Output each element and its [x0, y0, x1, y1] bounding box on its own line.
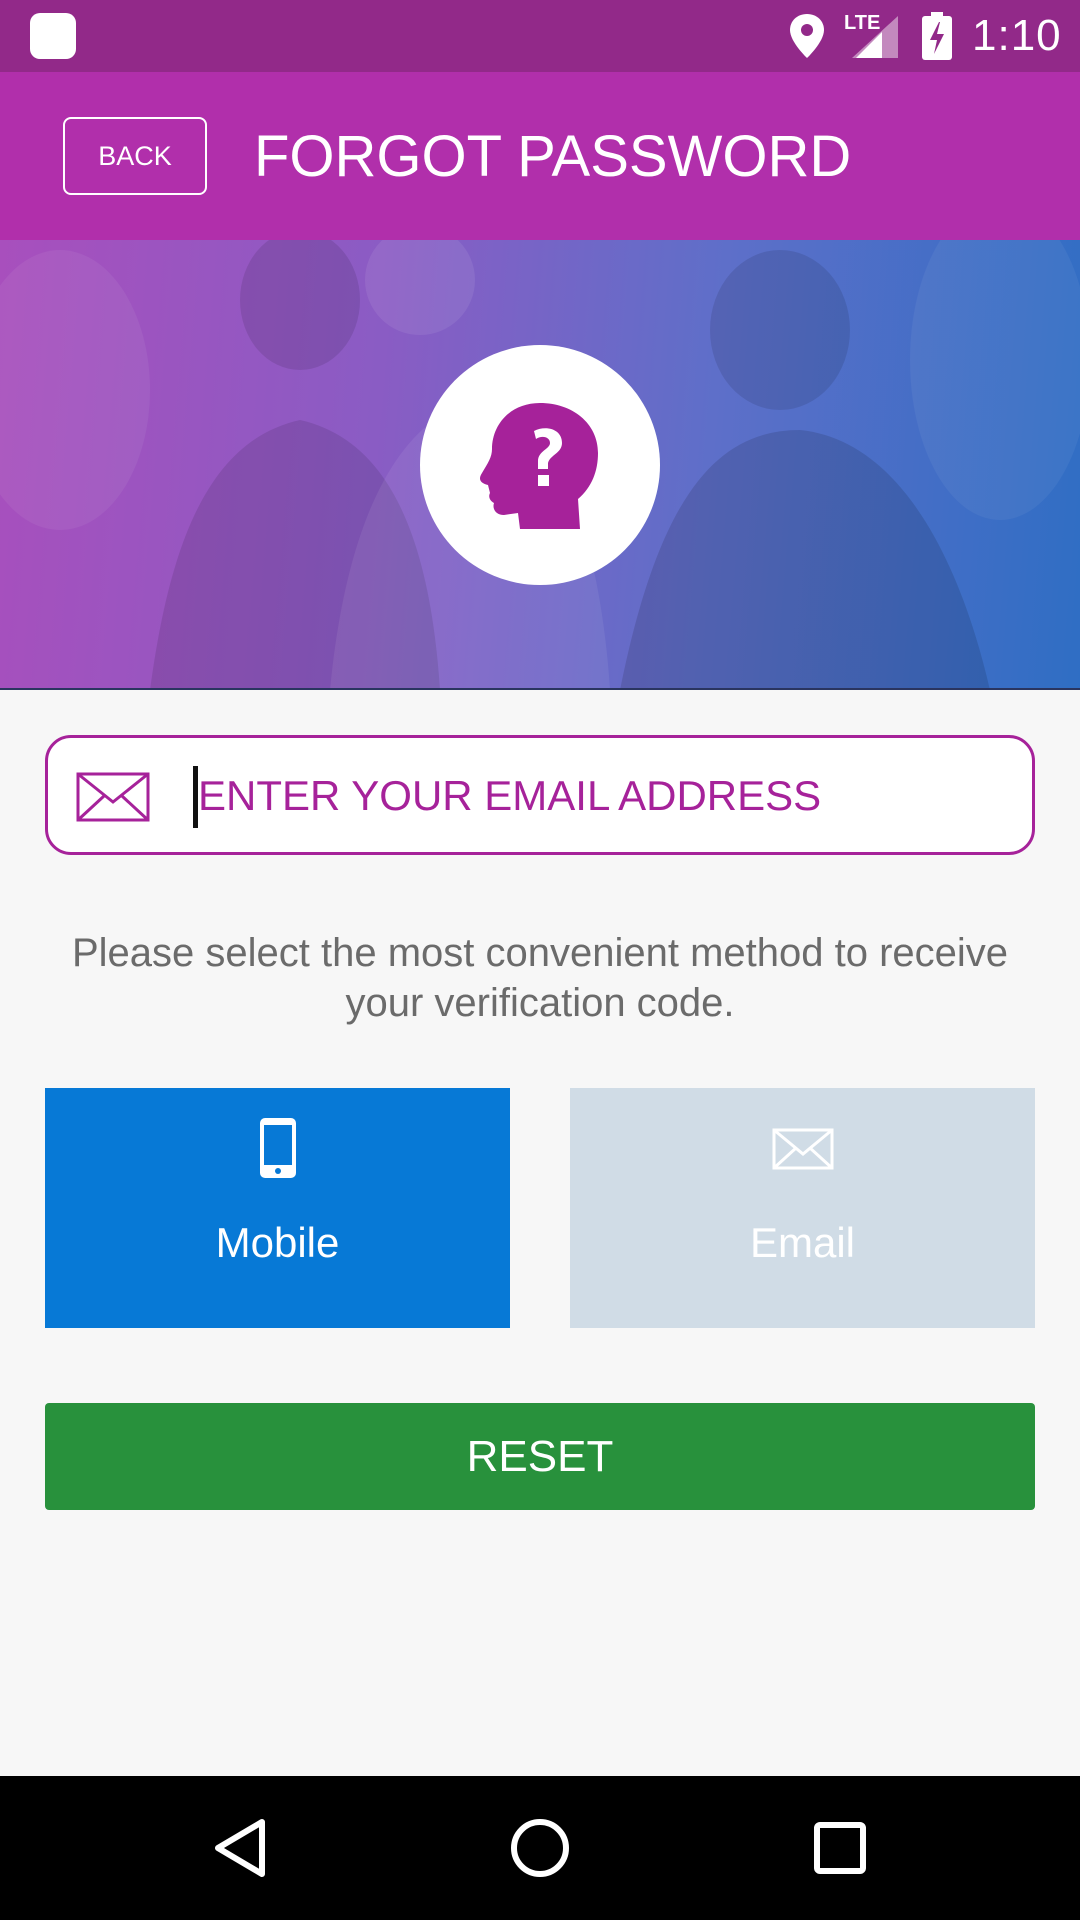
head-question-icon: [480, 403, 598, 529]
mobile-option-label: Mobile: [215, 1219, 340, 1266]
hero-banner: [0, 240, 1080, 690]
back-triangle-icon[interactable]: [200, 1808, 280, 1888]
page-title: FORGOT PASSWORD: [254, 124, 852, 189]
app-notification-icon: [30, 13, 76, 59]
mobile-phone-icon: [259, 1118, 296, 1178]
system-nav-bar: [0, 1776, 1080, 1920]
location-pin-icon: [790, 14, 824, 58]
mobile-option-button[interactable]: Mobile: [45, 1088, 510, 1328]
reset-button[interactable]: RESET: [45, 1403, 1035, 1510]
envelope-icon: [76, 772, 150, 822]
hero-divider: [0, 688, 1080, 690]
email-option-label: Email: [749, 1219, 856, 1266]
email-input[interactable]: [198, 758, 1008, 834]
battery-charging-icon: [922, 12, 952, 60]
lte-signal-icon: [852, 16, 898, 58]
status-bar: LTE 1:10: [0, 0, 1080, 72]
hero-avatar-circle: [420, 345, 660, 585]
envelope-icon: [772, 1128, 833, 1170]
app-header: BACK FORGOT PASSWORD: [0, 72, 1080, 240]
instructions-text: Please select the most convenient method…: [71, 931, 1009, 1025]
back-button[interactable]: BACK: [63, 117, 207, 195]
email-field[interactable]: [45, 735, 1035, 855]
recents-square-icon[interactable]: [800, 1808, 880, 1888]
status-time: 1:10: [972, 11, 1062, 60]
email-option-button[interactable]: Email: [570, 1088, 1035, 1328]
home-circle-icon[interactable]: [500, 1808, 580, 1888]
